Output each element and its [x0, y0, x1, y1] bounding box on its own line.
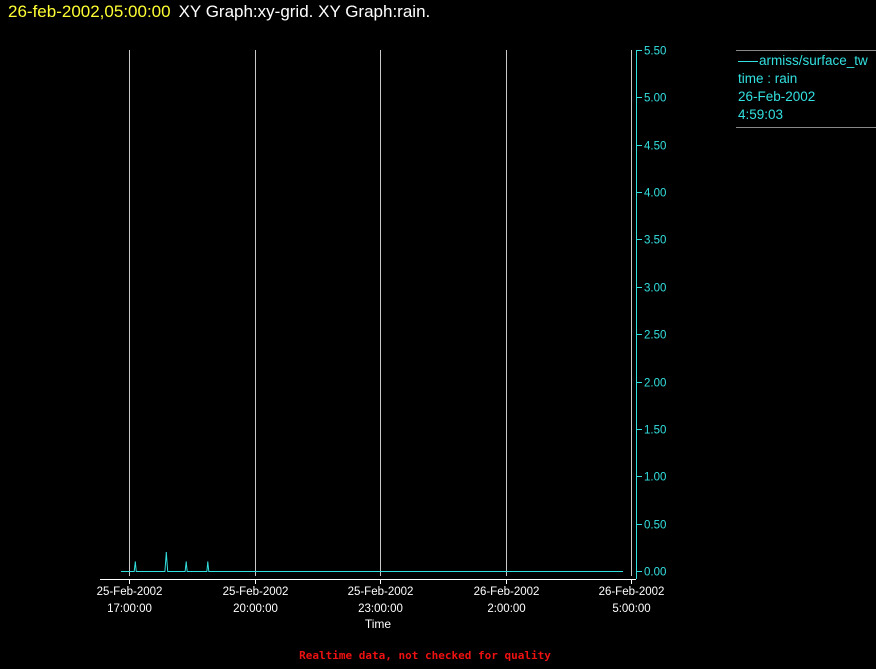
tick-labels: 25-Feb-2002 17:00:00 25-Feb-2002 20:00:00 25… [97, 46, 667, 632]
x-tick-label-time: 2:00:00 [487, 603, 525, 615]
data-point [207, 561, 209, 563]
y-tick-label: 1.50 [644, 425, 666, 437]
series-layer [121, 552, 623, 572]
x-tick-label-date: 26-Feb-2002 [474, 586, 540, 598]
axes [100, 50, 642, 584]
quality-warning: Realtime data, not checked for quality [299, 649, 551, 662]
legend-date: 26-Feb-2002 [738, 89, 816, 104]
legend-variable: time : rain [738, 71, 798, 86]
y-tick-label: 4.00 [644, 188, 666, 200]
y-tick-label: 5.50 [644, 46, 666, 58]
y-tick-label: 2.00 [644, 378, 666, 390]
legend-time: 4:59:03 [738, 107, 784, 122]
x-tick-label-date: 25-Feb-2002 [97, 586, 163, 598]
x-tick-label-date: 25-Feb-2002 [223, 586, 289, 598]
grid-lines [129, 50, 632, 576]
x-tick-label-time: 5:00:00 [612, 603, 650, 615]
y-tick-label: 3.50 [644, 235, 666, 247]
y-tick-label: 3.00 [644, 283, 666, 295]
legend: armiss/surface_tw time : rain 26-Feb-200… [736, 50, 876, 128]
x-tick-label-date: 25-Feb-2002 [348, 586, 414, 598]
legend-line-swatch [738, 60, 758, 62]
series-line-armiss-surface-tw [121, 552, 623, 572]
y-tick-label: 2.50 [644, 330, 666, 342]
x-tick-label-time: 17:00:00 [107, 603, 152, 615]
legend-series-name: armiss/surface_tw [759, 53, 868, 68]
legend-series-entry: armiss/surface_tw [738, 52, 876, 70]
y-tick-label: 5.00 [644, 93, 666, 105]
x-tick-label-time: 23:00:00 [358, 603, 403, 615]
y-tick-label: 0.50 [644, 520, 666, 532]
x-tick-label-time: 20:00:00 [233, 603, 278, 615]
y-tick-label: 1.00 [644, 472, 666, 484]
data-point [185, 561, 187, 563]
x-tick-label-date: 26-Feb-2002 [599, 586, 665, 598]
x-axis-title: Time [365, 617, 392, 631]
data-point [134, 561, 136, 563]
data-point [165, 552, 167, 554]
y-tick-label: 4.50 [644, 141, 666, 153]
y-tick-label: 0.00 [644, 567, 666, 579]
